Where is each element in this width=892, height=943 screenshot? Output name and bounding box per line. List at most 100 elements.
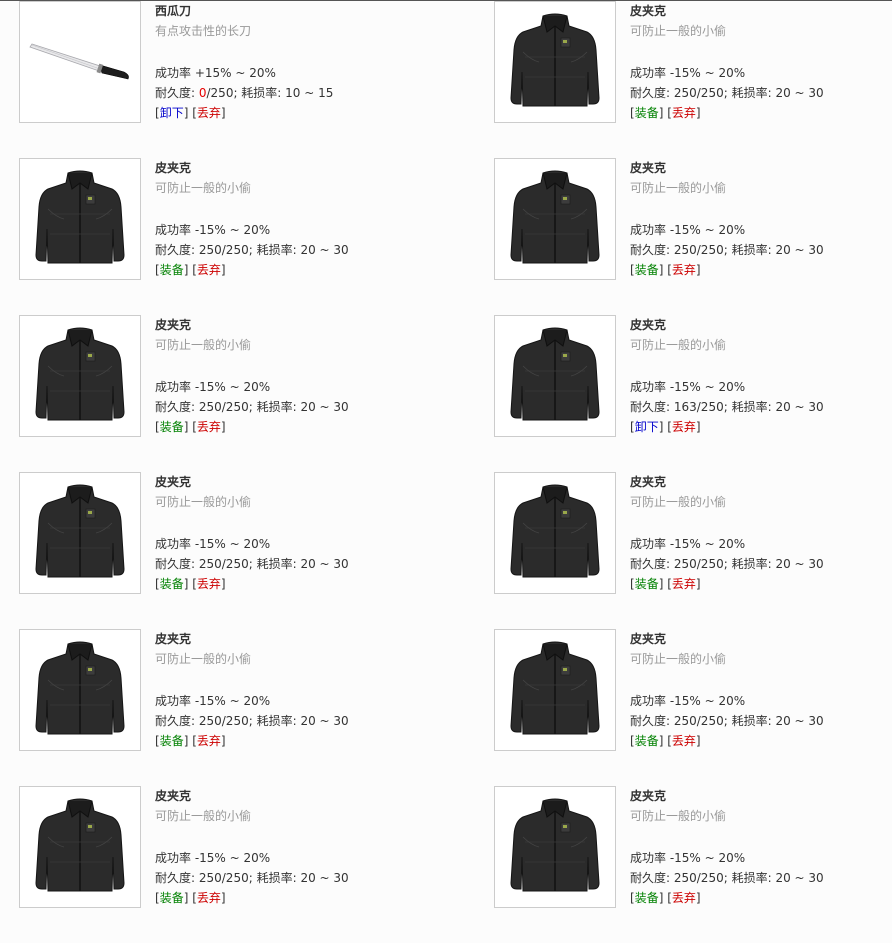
durability-label: 耐久度: bbox=[155, 400, 199, 414]
item-name: 皮夹克 bbox=[630, 4, 667, 18]
durability-line: 耐久度: 250/250; 耗损率: 20 ~ 30 bbox=[155, 397, 349, 417]
item-description: 可防止一般的小偷 bbox=[630, 652, 727, 666]
durability-current: 250 bbox=[198, 871, 222, 885]
durability-max: /250 bbox=[696, 714, 724, 728]
equip-button[interactable]: 装备 bbox=[160, 891, 184, 905]
item-info: 皮夹克 可防止一般的小偷 成功率 -15% ~ 20% 耐久度: 250/250… bbox=[155, 158, 349, 280]
success-rate-value: +15% ~ 20% bbox=[194, 66, 276, 80]
wear-rate-label: ; 耗损率: bbox=[248, 871, 301, 885]
bracket-close: ] bbox=[183, 420, 189, 434]
item-name: 皮夹克 bbox=[155, 789, 192, 803]
durability-max: /250 bbox=[696, 557, 724, 571]
item-description: 可防止一般的小偷 bbox=[155, 181, 252, 195]
item-thumbnail bbox=[19, 786, 141, 908]
unequip-button[interactable]: 卸下 bbox=[160, 106, 184, 120]
inventory-item: 皮夹克 可防止一般的小偷 成功率 -15% ~ 20% 耐久度: 163/250… bbox=[494, 315, 892, 472]
drop-button[interactable]: 丢弃 bbox=[672, 420, 696, 434]
durability-line: 耐久度: 250/250; 耗损率: 20 ~ 30 bbox=[155, 554, 349, 574]
drop-button[interactable]: 丢弃 bbox=[672, 106, 696, 120]
equip-button[interactable]: 装备 bbox=[635, 106, 659, 120]
bracket-close: ] bbox=[695, 106, 701, 120]
success-rate-value: -15% ~ 20% bbox=[194, 851, 271, 865]
success-rate-line: 成功率 -15% ~ 20% bbox=[630, 848, 824, 868]
success-rate-label: 成功率 bbox=[155, 851, 195, 865]
bracket-close: ] bbox=[220, 263, 226, 277]
drop-button[interactable]: 丢弃 bbox=[197, 263, 221, 277]
item-description: 可防止一般的小偷 bbox=[630, 338, 727, 352]
durability-current: 250 bbox=[673, 86, 697, 100]
item-actions: [装备] [丢弃] bbox=[630, 888, 824, 908]
jacket-icon bbox=[495, 2, 615, 122]
success-rate-label: 成功率 bbox=[155, 223, 195, 237]
item-name: 皮夹克 bbox=[155, 161, 192, 175]
durability-current: 250 bbox=[673, 871, 697, 885]
equip-button[interactable]: 装备 bbox=[635, 577, 659, 591]
equip-button[interactable]: 装备 bbox=[160, 263, 184, 277]
jacket-icon bbox=[20, 787, 140, 907]
drop-button[interactable]: 丢弃 bbox=[197, 106, 221, 120]
success-rate-line: 成功率 -15% ~ 20% bbox=[155, 848, 349, 868]
item-description: 可防止一般的小偷 bbox=[630, 24, 727, 38]
item-description: 有点攻击性的长刀 bbox=[155, 24, 252, 38]
item-actions: [装备] [丢弃] bbox=[155, 731, 349, 751]
success-rate-line: 成功率 -15% ~ 20% bbox=[630, 691, 824, 711]
bracket-close: ] bbox=[220, 734, 226, 748]
success-rate-label: 成功率 bbox=[630, 537, 670, 551]
durability-label: 耐久度: bbox=[630, 243, 674, 257]
item-actions: [装备] [丢弃] bbox=[155, 888, 349, 908]
equip-button[interactable]: 装备 bbox=[635, 263, 659, 277]
jacket-icon bbox=[20, 316, 140, 436]
item-name: 皮夹克 bbox=[630, 632, 667, 646]
item-thumbnail bbox=[19, 472, 141, 594]
item-thumbnail bbox=[494, 786, 616, 908]
bracket-close: ] bbox=[658, 263, 664, 277]
drop-button[interactable]: 丢弃 bbox=[672, 263, 696, 277]
bracket-close: ] bbox=[220, 420, 226, 434]
durability-line: 耐久度: 250/250; 耗损率: 20 ~ 30 bbox=[155, 711, 349, 731]
drop-button[interactable]: 丢弃 bbox=[197, 891, 221, 905]
equip-button[interactable]: 装备 bbox=[160, 577, 184, 591]
inventory-item: 皮夹克 可防止一般的小偷 成功率 -15% ~ 20% 耐久度: 250/250… bbox=[19, 629, 494, 786]
bracket-close: ] bbox=[658, 106, 664, 120]
jacket-icon bbox=[20, 630, 140, 750]
drop-button[interactable]: 丢弃 bbox=[672, 891, 696, 905]
bracket-close: ] bbox=[695, 891, 701, 905]
drop-button[interactable]: 丢弃 bbox=[197, 734, 221, 748]
drop-button[interactable]: 丢弃 bbox=[197, 420, 221, 434]
equip-button[interactable]: 装备 bbox=[635, 734, 659, 748]
bracket-close: ] bbox=[695, 734, 701, 748]
durability-line: 耐久度: 250/250; 耗损率: 20 ~ 30 bbox=[630, 240, 824, 260]
equip-button[interactable]: 装备 bbox=[635, 891, 659, 905]
wear-rate-value: 20 ~ 30 bbox=[775, 557, 824, 571]
inventory-item: 皮夹克 可防止一般的小偷 成功率 -15% ~ 20% 耐久度: 250/250… bbox=[19, 315, 494, 472]
item-name: 皮夹克 bbox=[155, 318, 192, 332]
durability-current: 250 bbox=[673, 243, 697, 257]
item-thumbnail bbox=[494, 472, 616, 594]
jacket-icon bbox=[495, 630, 615, 750]
durability-current: 250 bbox=[673, 557, 697, 571]
wear-rate-value: 20 ~ 30 bbox=[775, 243, 824, 257]
item-description: 可防止一般的小偷 bbox=[630, 495, 727, 509]
wear-rate-value: 20 ~ 30 bbox=[775, 871, 824, 885]
item-description: 可防止一般的小偷 bbox=[630, 181, 727, 195]
equip-button[interactable]: 装备 bbox=[160, 420, 184, 434]
success-rate-value: -15% ~ 20% bbox=[194, 380, 271, 394]
item-thumbnail bbox=[494, 1, 616, 123]
bracket-close: ] bbox=[183, 734, 189, 748]
bracket-close: ] bbox=[658, 577, 664, 591]
inventory-item: 西瓜刀 有点攻击性的长刀 成功率 +15% ~ 20% 耐久度: 0/250; … bbox=[19, 1, 494, 158]
unequip-button[interactable]: 卸下 bbox=[635, 420, 659, 434]
success-rate-value: -15% ~ 20% bbox=[669, 851, 746, 865]
wear-rate-label: ; 耗损率: bbox=[723, 871, 776, 885]
success-rate-value: -15% ~ 20% bbox=[669, 66, 746, 80]
durability-label: 耐久度: bbox=[630, 871, 674, 885]
item-name: 皮夹克 bbox=[630, 161, 667, 175]
drop-button[interactable]: 丢弃 bbox=[197, 577, 221, 591]
item-actions: [装备] [丢弃] bbox=[630, 574, 824, 594]
equip-button[interactable]: 装备 bbox=[160, 734, 184, 748]
item-thumbnail bbox=[494, 158, 616, 280]
item-thumbnail bbox=[19, 629, 141, 751]
drop-button[interactable]: 丢弃 bbox=[672, 734, 696, 748]
item-name: 西瓜刀 bbox=[155, 4, 192, 18]
drop-button[interactable]: 丢弃 bbox=[672, 577, 696, 591]
